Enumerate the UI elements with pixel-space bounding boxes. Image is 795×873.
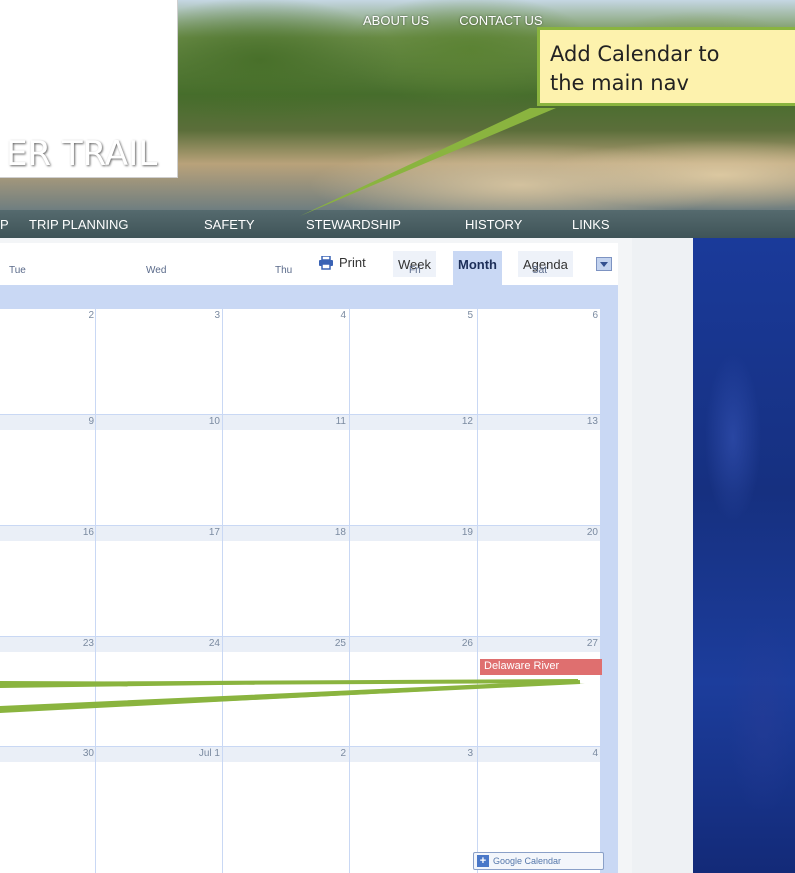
- day-number[interactable]: 26: [443, 638, 473, 649]
- day-number[interactable]: 16: [64, 527, 94, 538]
- nav-item-links[interactable]: LINKS: [572, 217, 610, 232]
- column-divider: [222, 308, 223, 873]
- nav-item-history[interactable]: HISTORY: [465, 217, 522, 232]
- column-divider: [95, 308, 96, 873]
- nav-item-map[interactable]: P: [0, 217, 9, 232]
- day-number[interactable]: 2: [316, 748, 346, 759]
- printer-icon: [319, 255, 333, 270]
- day-number[interactable]: 17: [190, 527, 220, 538]
- day-number[interactable]: 4: [568, 748, 598, 759]
- day-number[interactable]: 12: [443, 416, 473, 427]
- week-row: 16 17 18 19 20: [0, 525, 600, 636]
- day-number[interactable]: 9: [64, 416, 94, 427]
- month-grid: 2 3 4 5 6 9 10 11 12 13 16 17 18 19 20 2…: [0, 308, 600, 873]
- week-row: 23 24 25 26 27: [0, 636, 600, 746]
- day-number[interactable]: 2: [64, 310, 94, 321]
- calendar-toolbar: Print Week Month Agenda: [0, 243, 618, 285]
- week-row: 30 Jul 1 2 3 4: [0, 746, 600, 856]
- week-row: 2 3 4 5 6: [0, 308, 600, 415]
- weekday-sat: Sat: [532, 265, 548, 276]
- day-number[interactable]: 25: [316, 638, 346, 649]
- callout-text: Add Calendar to the main nav: [550, 42, 720, 95]
- plus-icon: +: [477, 855, 489, 867]
- nav-item-safety[interactable]: SAFETY: [204, 217, 255, 232]
- column-divider: [349, 308, 350, 873]
- embedded-calendar: Print Week Month Agenda Tue Wed Thu Fri …: [0, 243, 618, 873]
- nav-item-trip-planning[interactable]: TRIP PLANNING: [29, 217, 128, 232]
- content-gutter: [632, 238, 693, 873]
- day-number[interactable]: 18: [316, 527, 346, 538]
- right-decorative-panel: [693, 238, 795, 873]
- day-number[interactable]: 11: [316, 416, 346, 427]
- print-label: Print: [339, 255, 366, 270]
- day-number[interactable]: 3: [443, 748, 473, 759]
- top-nav: ABOUT US CONTACT US: [363, 13, 543, 28]
- site-title[interactable]: ER TRAIL: [6, 134, 157, 174]
- view-dropdown-button[interactable]: [596, 257, 612, 271]
- weekday-wed: Wed: [146, 265, 167, 276]
- weekday-fri: Fri: [409, 265, 421, 276]
- day-number[interactable]: 24: [190, 638, 220, 649]
- day-number[interactable]: 30: [64, 748, 94, 759]
- day-number[interactable]: 13: [568, 416, 598, 427]
- contact-us-link[interactable]: CONTACT US: [459, 13, 542, 28]
- annotation-callout: Add Calendar to the main nav: [537, 27, 795, 106]
- day-number[interactable]: 19: [443, 527, 473, 538]
- day-number[interactable]: 20: [568, 527, 598, 538]
- week-row: 9 10 11 12 13: [0, 414, 600, 525]
- print-button[interactable]: Print: [318, 255, 366, 270]
- column-divider: [477, 308, 478, 873]
- nav-item-stewardship[interactable]: STEWARDSHIP: [306, 217, 401, 232]
- day-number[interactable]: 3: [190, 310, 220, 321]
- view-tab-month[interactable]: Month: [453, 251, 502, 285]
- day-number[interactable]: 27: [568, 638, 598, 649]
- day-number[interactable]: 10: [190, 416, 220, 427]
- day-number[interactable]: 6: [568, 310, 598, 321]
- weekday-thu: Thu: [275, 265, 293, 276]
- google-calendar-badge[interactable]: + Google Calendar: [473, 852, 604, 870]
- day-number[interactable]: 23: [64, 638, 94, 649]
- main-nav: P TRIP PLANNING SAFETY STEWARDSHIP HISTO…: [0, 210, 795, 238]
- weekday-header: Tue Wed Thu Fri Sat: [0, 265, 618, 299]
- day-number[interactable]: 5: [443, 310, 473, 321]
- weekday-tue: Tue: [9, 265, 26, 276]
- day-number[interactable]: 4: [316, 310, 346, 321]
- about-us-link[interactable]: ABOUT US: [363, 13, 429, 28]
- day-number[interactable]: Jul 1: [190, 748, 220, 759]
- calendar-event-delaware-river[interactable]: Delaware River: [480, 659, 602, 675]
- google-calendar-label: Google Calendar: [493, 856, 562, 866]
